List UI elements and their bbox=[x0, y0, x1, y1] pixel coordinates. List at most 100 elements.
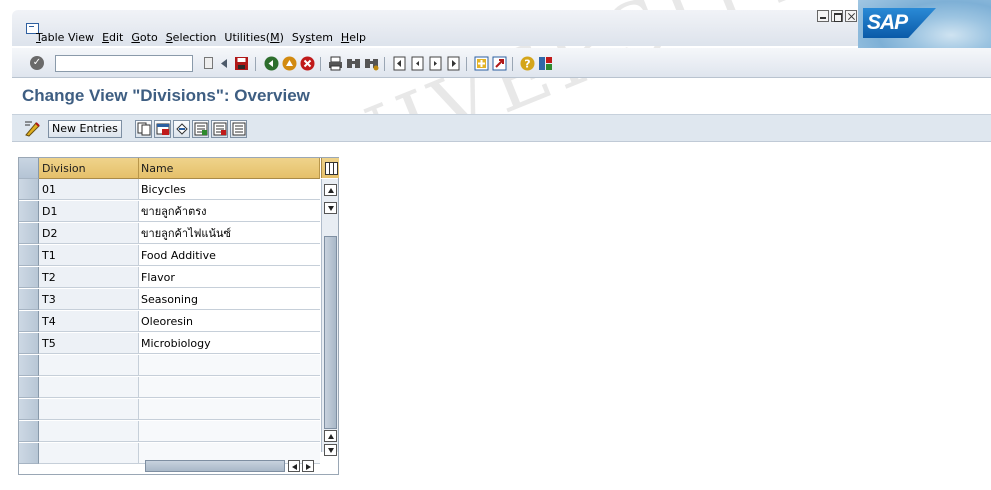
row-selector[interactable] bbox=[19, 377, 39, 398]
column-header-division[interactable]: Division bbox=[39, 158, 139, 179]
select-block-icon bbox=[213, 122, 227, 136]
name-cell[interactable] bbox=[139, 377, 320, 398]
menu-item-edit[interactable]: Edit bbox=[102, 32, 123, 43]
table-row: D1 ขายลูกค้าตรง bbox=[19, 201, 320, 223]
name-cell[interactable]: Seasoning bbox=[139, 289, 320, 310]
division-cell[interactable] bbox=[39, 443, 139, 464]
copy-as-button[interactable] bbox=[135, 120, 152, 138]
row-selector[interactable] bbox=[19, 355, 39, 376]
select-all-rows-cell[interactable] bbox=[19, 158, 39, 179]
back-arrow-icon[interactable] bbox=[217, 56, 232, 71]
page-down-icon[interactable] bbox=[324, 444, 337, 456]
division-cell[interactable]: 01 bbox=[39, 179, 139, 200]
back-icon[interactable] bbox=[264, 56, 279, 71]
table-row bbox=[19, 421, 320, 443]
new-entries-button[interactable]: New Entries bbox=[48, 120, 122, 138]
division-cell[interactable]: T2 bbox=[39, 267, 139, 288]
division-cell[interactable] bbox=[39, 377, 139, 398]
first-page-icon[interactable] bbox=[392, 56, 407, 71]
scroll-up-icon[interactable] bbox=[324, 184, 337, 196]
print-icon[interactable] bbox=[328, 56, 343, 71]
row-selector[interactable] bbox=[19, 333, 39, 354]
maximize-icon[interactable] bbox=[831, 10, 843, 22]
row-selector[interactable] bbox=[19, 245, 39, 266]
division-cell[interactable] bbox=[39, 421, 139, 442]
menu-items: Table View Edit Goto Selection Utilities(M) S… bbox=[36, 32, 374, 43]
last-page-icon[interactable] bbox=[446, 56, 461, 71]
close-window-icon[interactable] bbox=[845, 10, 857, 22]
exit-icon[interactable] bbox=[282, 56, 297, 71]
help-icon[interactable]: ? bbox=[520, 56, 535, 71]
save-icon[interactable] bbox=[234, 56, 249, 71]
select-all-button[interactable] bbox=[192, 120, 209, 138]
menu-item-utilities-m[interactable]: Utilities(M) bbox=[224, 32, 284, 43]
name-cell[interactable]: Oleoresin bbox=[139, 311, 320, 332]
undo-change-button[interactable] bbox=[173, 120, 190, 138]
select-block-button[interactable] bbox=[211, 120, 228, 138]
deselect-all-button[interactable] bbox=[230, 120, 247, 138]
horizontal-scroll-thumb[interactable] bbox=[145, 460, 285, 472]
menu-item-goto[interactable]: Goto bbox=[131, 32, 157, 43]
division-cell[interactable]: T4 bbox=[39, 311, 139, 332]
division-cell[interactable] bbox=[39, 399, 139, 420]
cancel-icon[interactable] bbox=[300, 56, 315, 71]
name-cell[interactable]: ขายลูกค้าไฟแน้นซ์ bbox=[139, 223, 320, 244]
delete-button[interactable] bbox=[154, 120, 171, 138]
row-selector[interactable] bbox=[19, 399, 39, 420]
name-cell[interactable]: Bicycles bbox=[139, 179, 320, 200]
command-field[interactable] bbox=[55, 55, 193, 72]
enter-icon[interactable]: ✓ bbox=[30, 56, 44, 70]
select-all-icon bbox=[194, 122, 208, 136]
row-selector[interactable] bbox=[19, 201, 39, 222]
find-next-icon[interactable] bbox=[364, 56, 379, 71]
table-settings-icon[interactable] bbox=[321, 158, 339, 178]
name-cell[interactable] bbox=[139, 421, 320, 442]
menu-item-selection[interactable]: Selection bbox=[166, 32, 217, 43]
shortcut-icon[interactable] bbox=[492, 56, 507, 71]
row-selector[interactable] bbox=[19, 311, 39, 332]
scroll-down-icon[interactable] bbox=[324, 202, 337, 214]
find-icon[interactable] bbox=[346, 56, 361, 71]
division-cell[interactable] bbox=[39, 355, 139, 376]
row-selector[interactable] bbox=[19, 179, 39, 200]
page-up-icon[interactable] bbox=[324, 430, 337, 442]
column-header-name[interactable]: Name bbox=[139, 158, 320, 179]
divisions-table: Division Name 01 Bicycles D1 ขายลูกค้าตรง D2… bbox=[18, 157, 339, 475]
vertical-scroll-thumb[interactable] bbox=[324, 236, 337, 429]
previous-page-icon[interactable] bbox=[410, 56, 425, 71]
table-header-row: Division Name bbox=[19, 158, 320, 180]
next-page-icon[interactable] bbox=[428, 56, 443, 71]
division-cell[interactable]: D2 bbox=[39, 223, 139, 244]
sap-logo-text: SAP bbox=[867, 11, 908, 34]
horizontal-scrollbar[interactable] bbox=[145, 458, 321, 474]
row-selector[interactable] bbox=[19, 443, 39, 464]
minimize-icon[interactable] bbox=[817, 10, 829, 22]
division-cell[interactable]: D1 bbox=[39, 201, 139, 222]
create-session-icon[interactable] bbox=[474, 56, 489, 71]
scroll-right-icon[interactable] bbox=[302, 460, 314, 472]
scroll-left-icon[interactable] bbox=[288, 460, 300, 472]
command-field-dropdown-icon[interactable] bbox=[204, 57, 213, 69]
display-change-icon[interactable] bbox=[24, 120, 43, 137]
table-row: T5 Microbiology bbox=[19, 333, 320, 355]
name-cell[interactable]: ขายลูกค้าตรง bbox=[139, 201, 320, 222]
row-selector[interactable] bbox=[19, 223, 39, 244]
name-cell[interactable] bbox=[139, 355, 320, 376]
row-selector[interactable] bbox=[19, 421, 39, 442]
menu-item-help[interactable]: Help bbox=[341, 32, 366, 43]
division-cell[interactable]: T5 bbox=[39, 333, 139, 354]
layout-icon[interactable] bbox=[538, 56, 553, 71]
name-cell[interactable]: Microbiology bbox=[139, 333, 320, 354]
name-cell[interactable]: Flavor bbox=[139, 267, 320, 288]
vertical-scrollbar[interactable] bbox=[321, 179, 338, 456]
division-cell[interactable]: T1 bbox=[39, 245, 139, 266]
division-cell[interactable]: T3 bbox=[39, 289, 139, 310]
menu-item-table-view[interactable]: Table View bbox=[36, 32, 94, 43]
row-selector[interactable] bbox=[19, 289, 39, 310]
table-row: T2 Flavor bbox=[19, 267, 320, 289]
row-selector[interactable] bbox=[19, 267, 39, 288]
menu-item-system[interactable]: System bbox=[292, 32, 333, 43]
name-cell[interactable]: Food Additive bbox=[139, 245, 320, 266]
copy-icon bbox=[137, 122, 151, 136]
name-cell[interactable] bbox=[139, 399, 320, 420]
